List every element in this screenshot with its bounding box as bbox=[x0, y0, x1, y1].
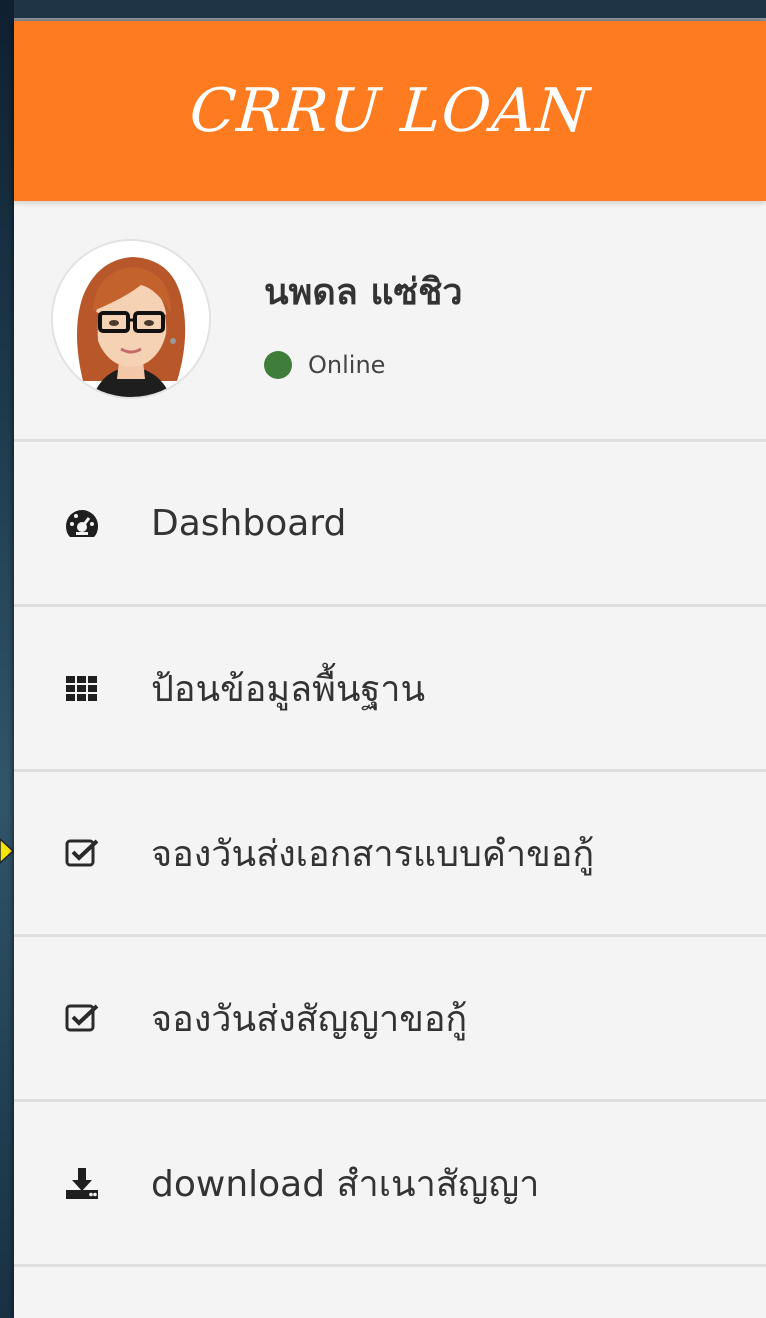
status-text: Online bbox=[308, 351, 386, 379]
pointer-arrow-icon bbox=[0, 837, 14, 865]
download-icon bbox=[64, 1165, 100, 1201]
sidebar-item-label: จองวันส่งเอกสารแบบคำขอกู้ bbox=[151, 833, 595, 875]
sidebar-item-book-document-date[interactable]: จองวันส่งเอกสารแบบคำขอกู้ bbox=[14, 772, 766, 937]
brand-header[interactable]: CRRU LOAN bbox=[14, 21, 766, 201]
checkbox-icon bbox=[64, 835, 100, 871]
brand-title: CRRU LOAN bbox=[187, 76, 593, 146]
avatar-image bbox=[53, 241, 209, 397]
sidebar-item-label: Dashboard bbox=[151, 502, 347, 544]
sidebar-item-label: ป้อนข้อมูลพื้นฐาน bbox=[151, 668, 426, 710]
sidebar-item-dashboard[interactable]: Dashboard bbox=[14, 442, 766, 607]
user-name: นพดล แซ่ชิว bbox=[264, 272, 463, 313]
sidebar-item-download-contract[interactable]: download สำเนาสัญญา bbox=[14, 1102, 766, 1267]
user-panel: นพดล แซ่ชิว Online bbox=[14, 201, 766, 442]
sidebar-item-book-contract-date[interactable]: จองวันส่งสัญญาขอกู้ bbox=[14, 937, 766, 1102]
grid-icon bbox=[64, 670, 100, 706]
sidebar-item-label: จองวันส่งสัญญาขอกู้ bbox=[151, 998, 468, 1040]
checkbox-icon bbox=[64, 1000, 100, 1036]
sidebar-item-basic-data[interactable]: ป้อนข้อมูลพื้นฐาน bbox=[14, 607, 766, 772]
online-status-icon bbox=[264, 351, 292, 379]
user-status: Online bbox=[264, 351, 385, 379]
avatar[interactable] bbox=[51, 239, 211, 399]
sidebar: CRRU LOAN นพดล แซ่ชิว Online Dashboard ป… bbox=[14, 21, 766, 1318]
dashboard-icon bbox=[64, 505, 100, 541]
sidebar-item-label: download สำเนาสัญญา bbox=[151, 1163, 540, 1205]
top-bar bbox=[14, 0, 766, 21]
